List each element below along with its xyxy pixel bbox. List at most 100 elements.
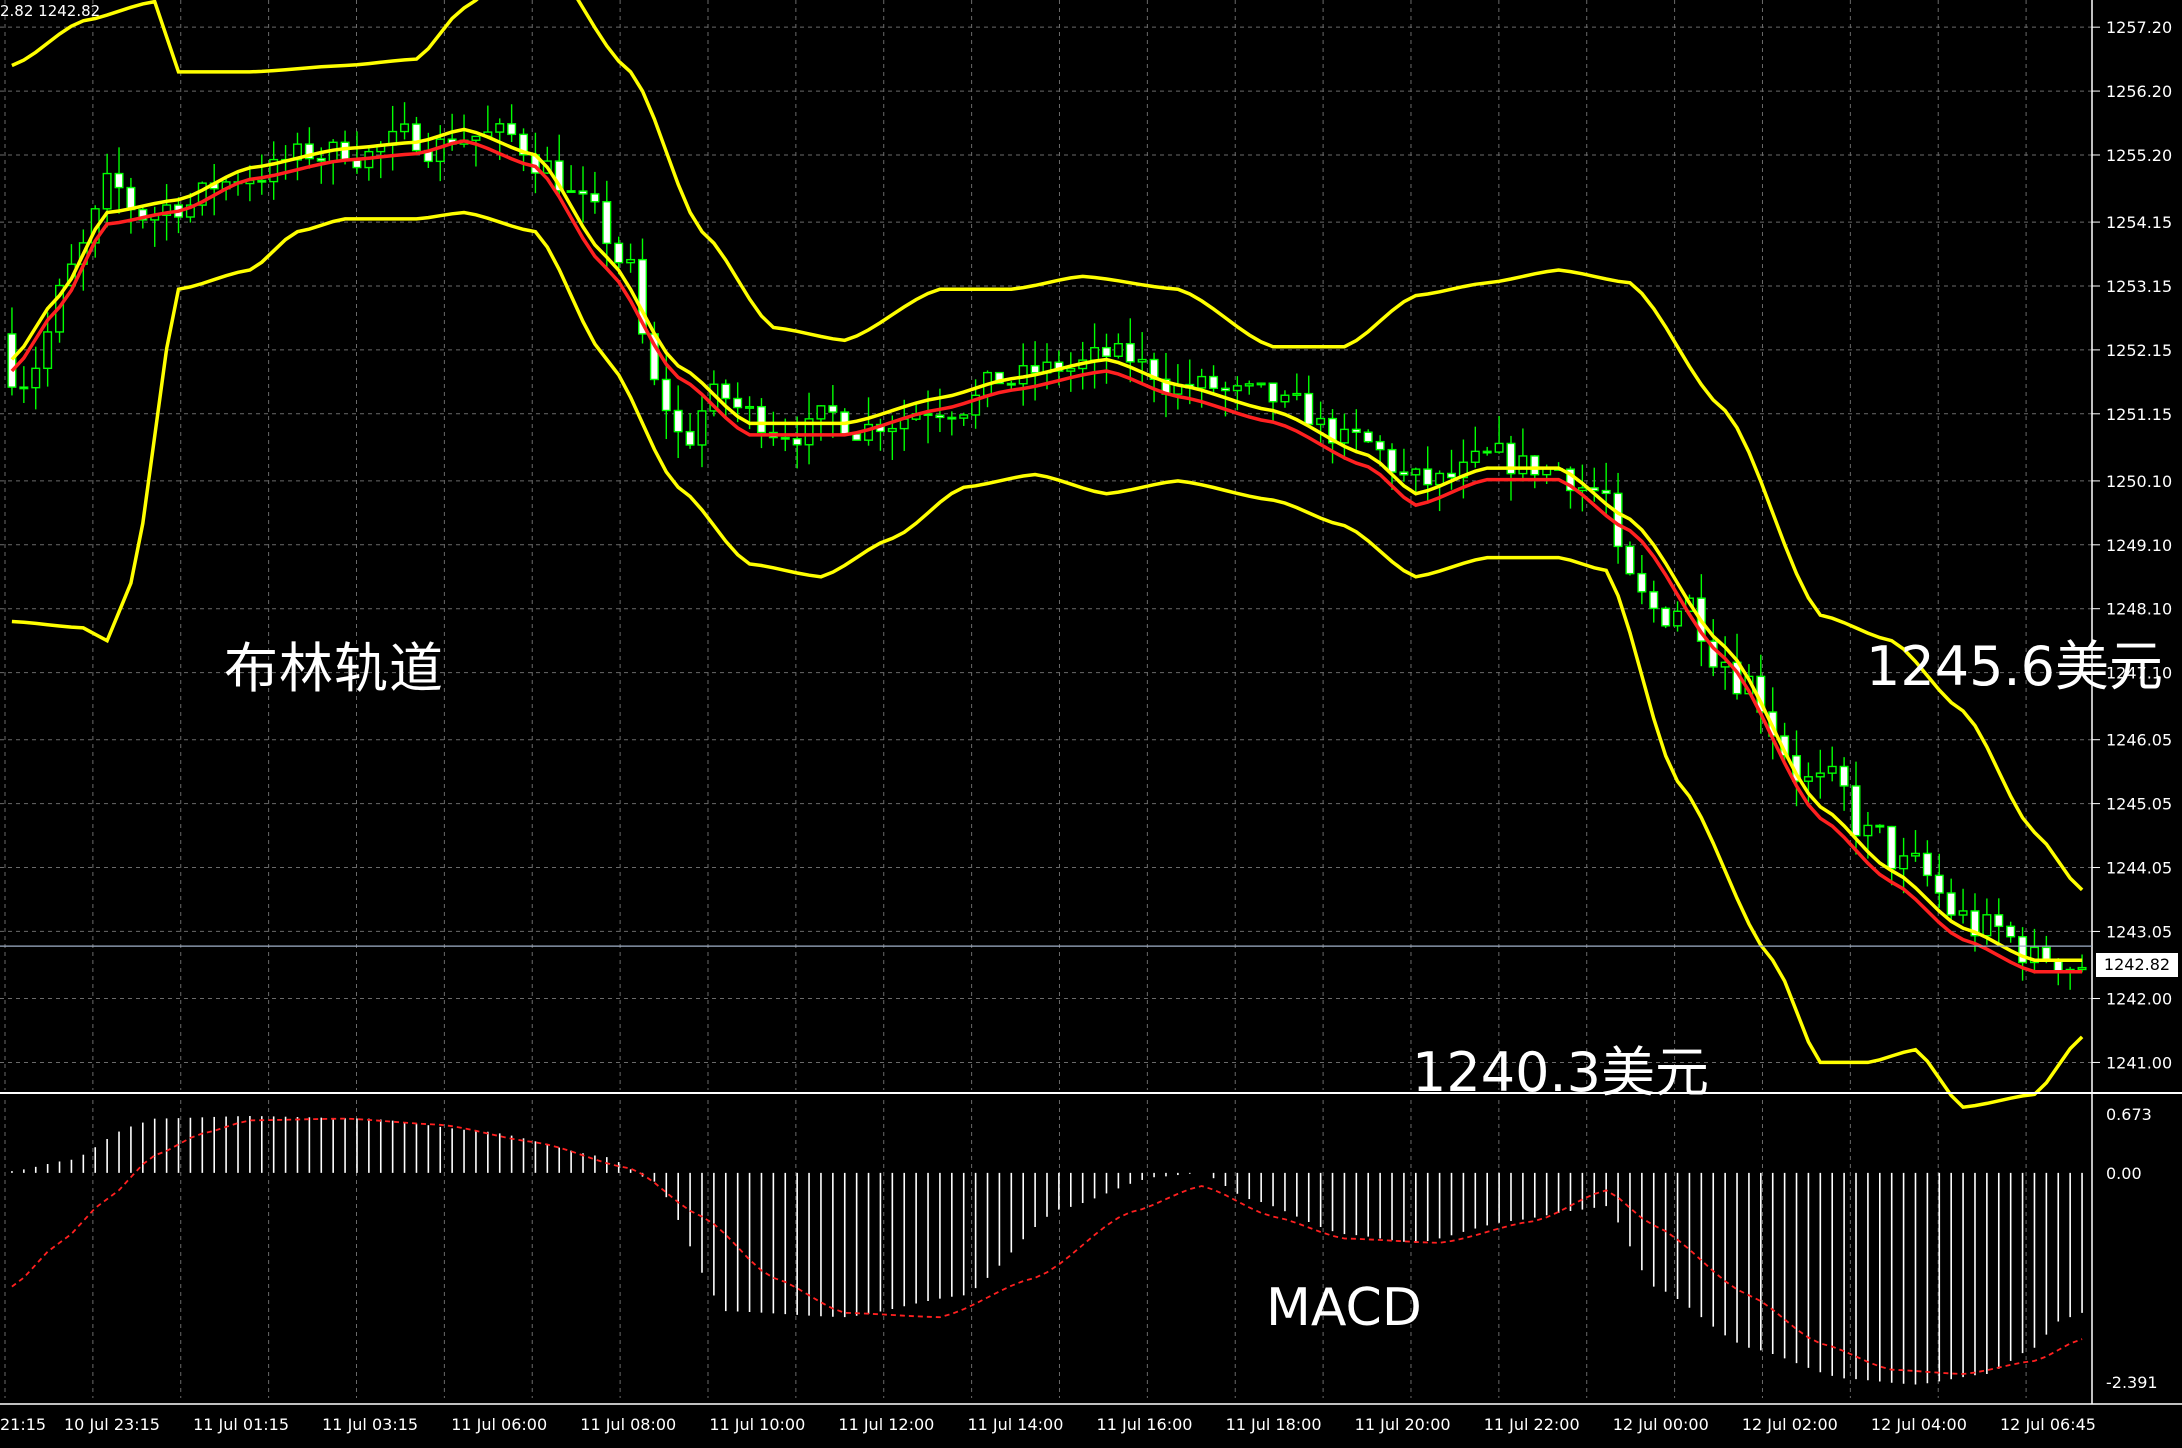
bear-candle-body [1839,765,1849,787]
bear-candle-body [685,430,695,446]
bull-candle-body [1827,765,1837,774]
bear-candle-body [507,123,517,136]
time-tick-label: 11 Jul 14:00 [967,1415,1063,1434]
bull-candle-body [1435,472,1445,486]
bull-candle-body [1292,392,1302,396]
bear-candle-body [1637,572,1647,593]
macd-tick-label: 0.00 [2106,1164,2142,1183]
bear-candle-body [1625,545,1635,575]
price-tick-label: 1255.20 [2106,146,2172,165]
bear-candle-body [566,190,576,194]
bear-candle-body [756,405,766,434]
time-tick-label: 11 Jul 20:00 [1355,1415,1451,1434]
bear-candle-body [7,333,17,388]
bull-candle-body [471,135,481,141]
bull-candle-body [864,423,874,441]
bear-candle-body [1030,365,1040,374]
time-tick-label: 21:15 [0,1415,46,1434]
bear-candle-body [316,157,326,162]
bear-candle-body [733,397,743,409]
bear-candle-body [257,179,267,183]
bull-candle-body [31,367,41,389]
bull-candle-body [1280,394,1290,403]
bull-candle-body [1577,487,1587,492]
bear-candle-body [1601,489,1611,495]
bear-candle-body [1268,382,1278,403]
bear-candle-body [661,378,671,412]
bear-candle-body [1101,346,1111,357]
bull-candle-body [1863,824,1873,837]
bear-candle-body [1304,392,1314,426]
bull-candle-body [1316,417,1326,426]
bull-candle-body [745,405,755,409]
bull-candle-body [1411,468,1421,476]
macd-tick-label: 0.673 [2106,1105,2152,1124]
bear-candle-body [1125,342,1135,363]
price-tick-label: 1253.15 [2106,277,2172,296]
bear-candle-body [1661,607,1671,627]
bear-candle-body [411,123,421,152]
price-tick-label: 1257.20 [2106,18,2172,37]
price-tick-label: 1251.15 [2106,405,2172,424]
bear-candle-body [721,383,731,400]
candlestick-series [7,102,2087,990]
bear-candle-body [1375,440,1385,451]
lower-price-label: 1240.3美元 [1412,1041,1709,1104]
bear-candle-body [792,438,802,446]
bear-candle-body [1351,428,1361,433]
bull-candle-body [1137,358,1147,363]
bear-candle-body [923,413,933,416]
chart-axes: 1257.20 1256.20 1255.20 1254.15 1253.15 1252.… [0,0,2182,1434]
price-tick-label: 1254.15 [2106,213,2172,232]
bear-candle-body [19,386,29,390]
bull-candle-body [1899,855,1909,870]
time-tick-label: 11 Jul 10:00 [709,1415,805,1434]
bear-candle-body [126,186,136,211]
bull-candle-body [1232,385,1242,392]
time-tick-label: 12 Jul 04:00 [1871,1415,1967,1434]
time-tick-label: 11 Jul 22:00 [1484,1415,1580,1434]
bull-candle-body [816,405,826,420]
bear-candle-body [1530,455,1540,476]
bull-candle-body [959,414,969,419]
bear-candle-body [1946,892,1956,916]
bid-ask-readout: 2.82 1242.82 [0,2,101,20]
bull-candle-body [1090,346,1100,361]
bull-candle-body [1197,375,1207,389]
bull-candle-body [1803,776,1813,782]
price-chart-canvas[interactable]: 1257.20 1256.20 1255.20 1254.15 1253.15 1252.… [0,0,2182,1448]
bollinger-upper-band [11,0,2084,892]
bollinger-bands [10,0,2084,1110]
bull-candle-body [1244,383,1254,387]
macd-tick-label: -2.391 [2106,1373,2158,1392]
bull-candle-body [1066,367,1076,372]
bull-candle-body [697,410,707,446]
time-tick-label: 11 Jul 03:15 [322,1415,418,1434]
bull-candle-body [1494,442,1504,453]
bear-candle-body [1613,492,1623,548]
time-tick-label: 10 Jul 23:15 [64,1415,160,1434]
bear-candle-body [114,172,124,189]
price-tick-label: 1242.00 [2106,990,2172,1009]
price-tick-label: 1248.10 [2106,600,2172,619]
macd-label: MACD [1266,1278,1422,1338]
bull-candle-body [626,258,636,264]
bear-candle-body [602,201,612,245]
time-tick-label: 11 Jul 16:00 [1097,1415,1193,1434]
price-tick-label: 1241.00 [2106,1053,2172,1072]
bear-candle-body [340,141,350,161]
bull-candle-body [102,172,112,210]
moving-average-line [10,139,2083,974]
bear-candle-body [947,416,957,420]
bull-candle-body [2077,966,2087,971]
bear-candle-body [935,414,945,419]
price-tick-label: 1243.05 [2106,922,2172,941]
bear-candle-body [614,242,624,264]
bear-candle-body [1209,375,1219,390]
time-tick-label: 11 Jul 12:00 [838,1415,934,1434]
bull-candle-body [1815,772,1825,778]
bear-candle-body [673,409,683,433]
bear-candle-body [2041,946,2051,961]
time-tick-label: 12 Jul 02:00 [1742,1415,1838,1434]
bull-candle-body [43,331,53,370]
